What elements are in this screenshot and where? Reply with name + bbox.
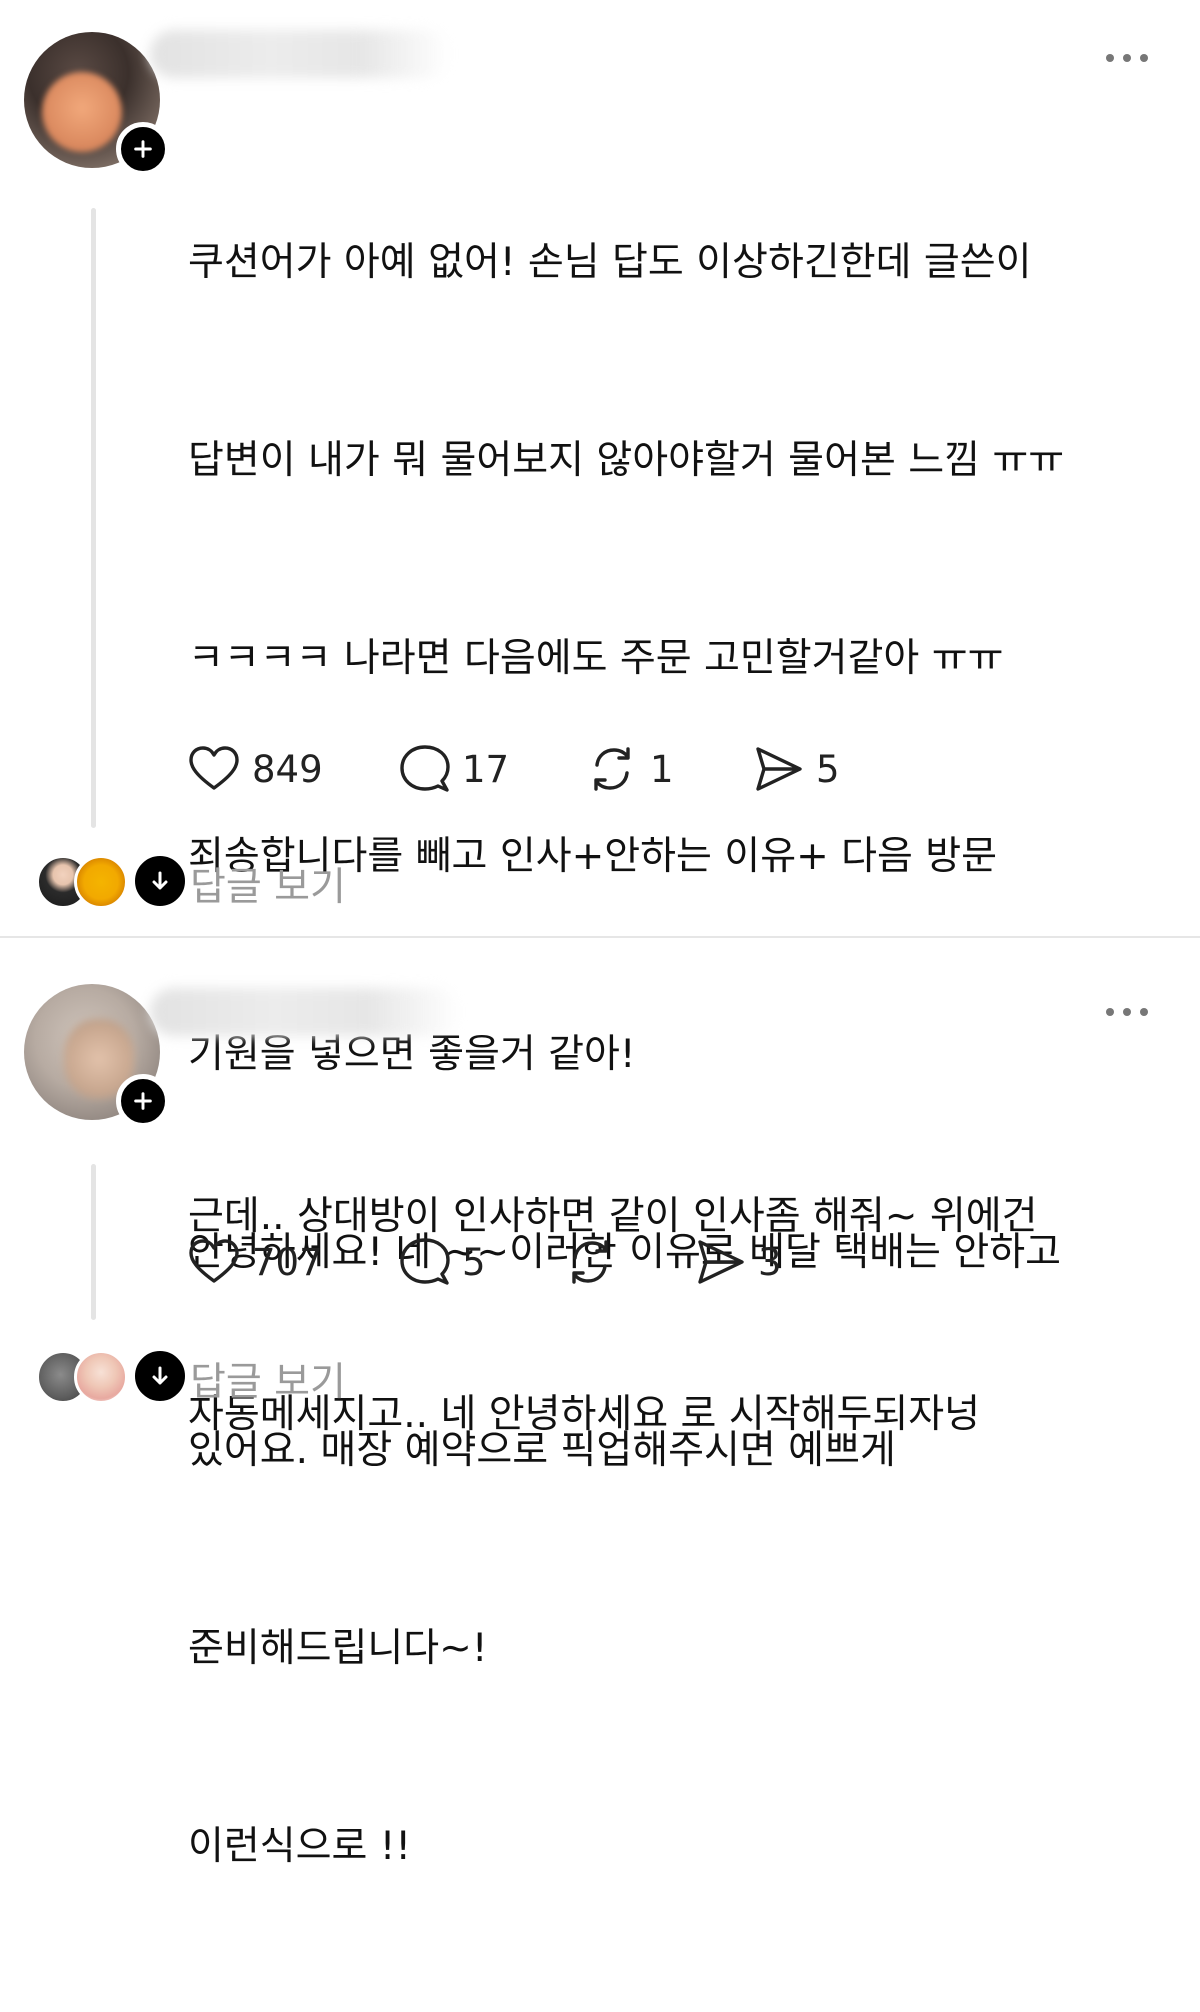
more-dots-icon[interactable] bbox=[1106, 1006, 1148, 1018]
follow-button[interactable] bbox=[116, 1074, 170, 1128]
comment-count: 17 bbox=[462, 747, 510, 791]
like-button[interactable]: 849 bbox=[186, 741, 323, 797]
repost-icon bbox=[594, 747, 630, 791]
comment-text: 근데.. 상대방이 인사하면 같이 인사좀 해줘~ 위에건 자동메세지고.. 네… bbox=[188, 1052, 1168, 1580]
heart-icon bbox=[189, 1239, 239, 1283]
arrow-down-icon bbox=[152, 871, 168, 890]
comment-line: 쿠션어가 아예 없어! 손님 답도 이상하긴한데 글쓴이 bbox=[188, 240, 1032, 285]
reply-avatars[interactable] bbox=[36, 853, 188, 909]
comment-button[interactable]: 5 bbox=[396, 1234, 486, 1290]
repost-button[interactable] bbox=[562, 1234, 628, 1290]
expand-replies-button[interactable] bbox=[132, 853, 188, 909]
comment-line: ㅋㅋㅋㅋ 나라면 다음에도 주문 고민할거같아 ㅠㅠ bbox=[188, 636, 1004, 681]
comment-bubble-icon bbox=[400, 745, 450, 792]
reply-avatar bbox=[74, 1350, 128, 1404]
reply-avatar bbox=[74, 855, 128, 909]
comment-line: 답변이 내가 뭐 물어보지 않아야할거 물어본 느낌 ㅠㅠ bbox=[188, 438, 1065, 483]
plus-icon bbox=[134, 1092, 152, 1110]
username-redacted[interactable] bbox=[150, 30, 450, 78]
thread-post: 근데.. 상대방이 인사하면 같이 인사좀 해줘~ 위에건 자동메세지고.. 네… bbox=[0, 938, 1200, 1437]
comment-line: 이런식으로 !! bbox=[188, 1824, 412, 1869]
comment-count: 5 bbox=[462, 1240, 486, 1284]
share-count: 3 bbox=[758, 1240, 782, 1284]
follow-button[interactable] bbox=[116, 122, 170, 176]
repost-icon bbox=[572, 1240, 608, 1284]
share-count: 5 bbox=[816, 747, 840, 791]
view-replies-link[interactable]: 답글 보기 bbox=[190, 856, 346, 912]
share-button[interactable]: 5 bbox=[750, 741, 840, 797]
thread-line bbox=[91, 1164, 96, 1320]
reply-avatars[interactable] bbox=[36, 1348, 188, 1404]
comment-line: 근데.. 상대방이 인사하면 같이 인사좀 해줘~ 위에건 bbox=[188, 1194, 1038, 1239]
more-dots-icon[interactable] bbox=[1106, 52, 1148, 64]
thread-post: 쿠션어가 아예 없어! 손님 답도 이상하긴한데 글쓴이 답변이 내가 뭐 물어… bbox=[0, 0, 1200, 1869]
expand-replies-button[interactable] bbox=[132, 1348, 188, 1404]
comment-button[interactable]: 17 bbox=[396, 741, 509, 797]
like-button[interactable]: 707 bbox=[186, 1234, 323, 1290]
plus-icon bbox=[134, 140, 152, 158]
repost-button[interactable]: 1 bbox=[584, 741, 674, 797]
like-count: 849 bbox=[252, 747, 323, 791]
comment-line: 준비해드립니다~! bbox=[188, 1626, 488, 1671]
thread-line bbox=[91, 208, 96, 828]
share-button[interactable]: 3 bbox=[692, 1234, 782, 1290]
like-count: 707 bbox=[252, 1240, 323, 1284]
send-icon bbox=[698, 1240, 744, 1284]
arrow-down-icon bbox=[152, 1366, 168, 1385]
send-icon bbox=[756, 747, 802, 791]
heart-icon bbox=[189, 746, 239, 790]
username-redacted[interactable] bbox=[150, 988, 460, 1036]
repost-count: 1 bbox=[650, 747, 674, 791]
view-replies-link[interactable]: 답글 보기 bbox=[190, 1351, 346, 1407]
comment-bubble-icon bbox=[400, 1238, 450, 1285]
